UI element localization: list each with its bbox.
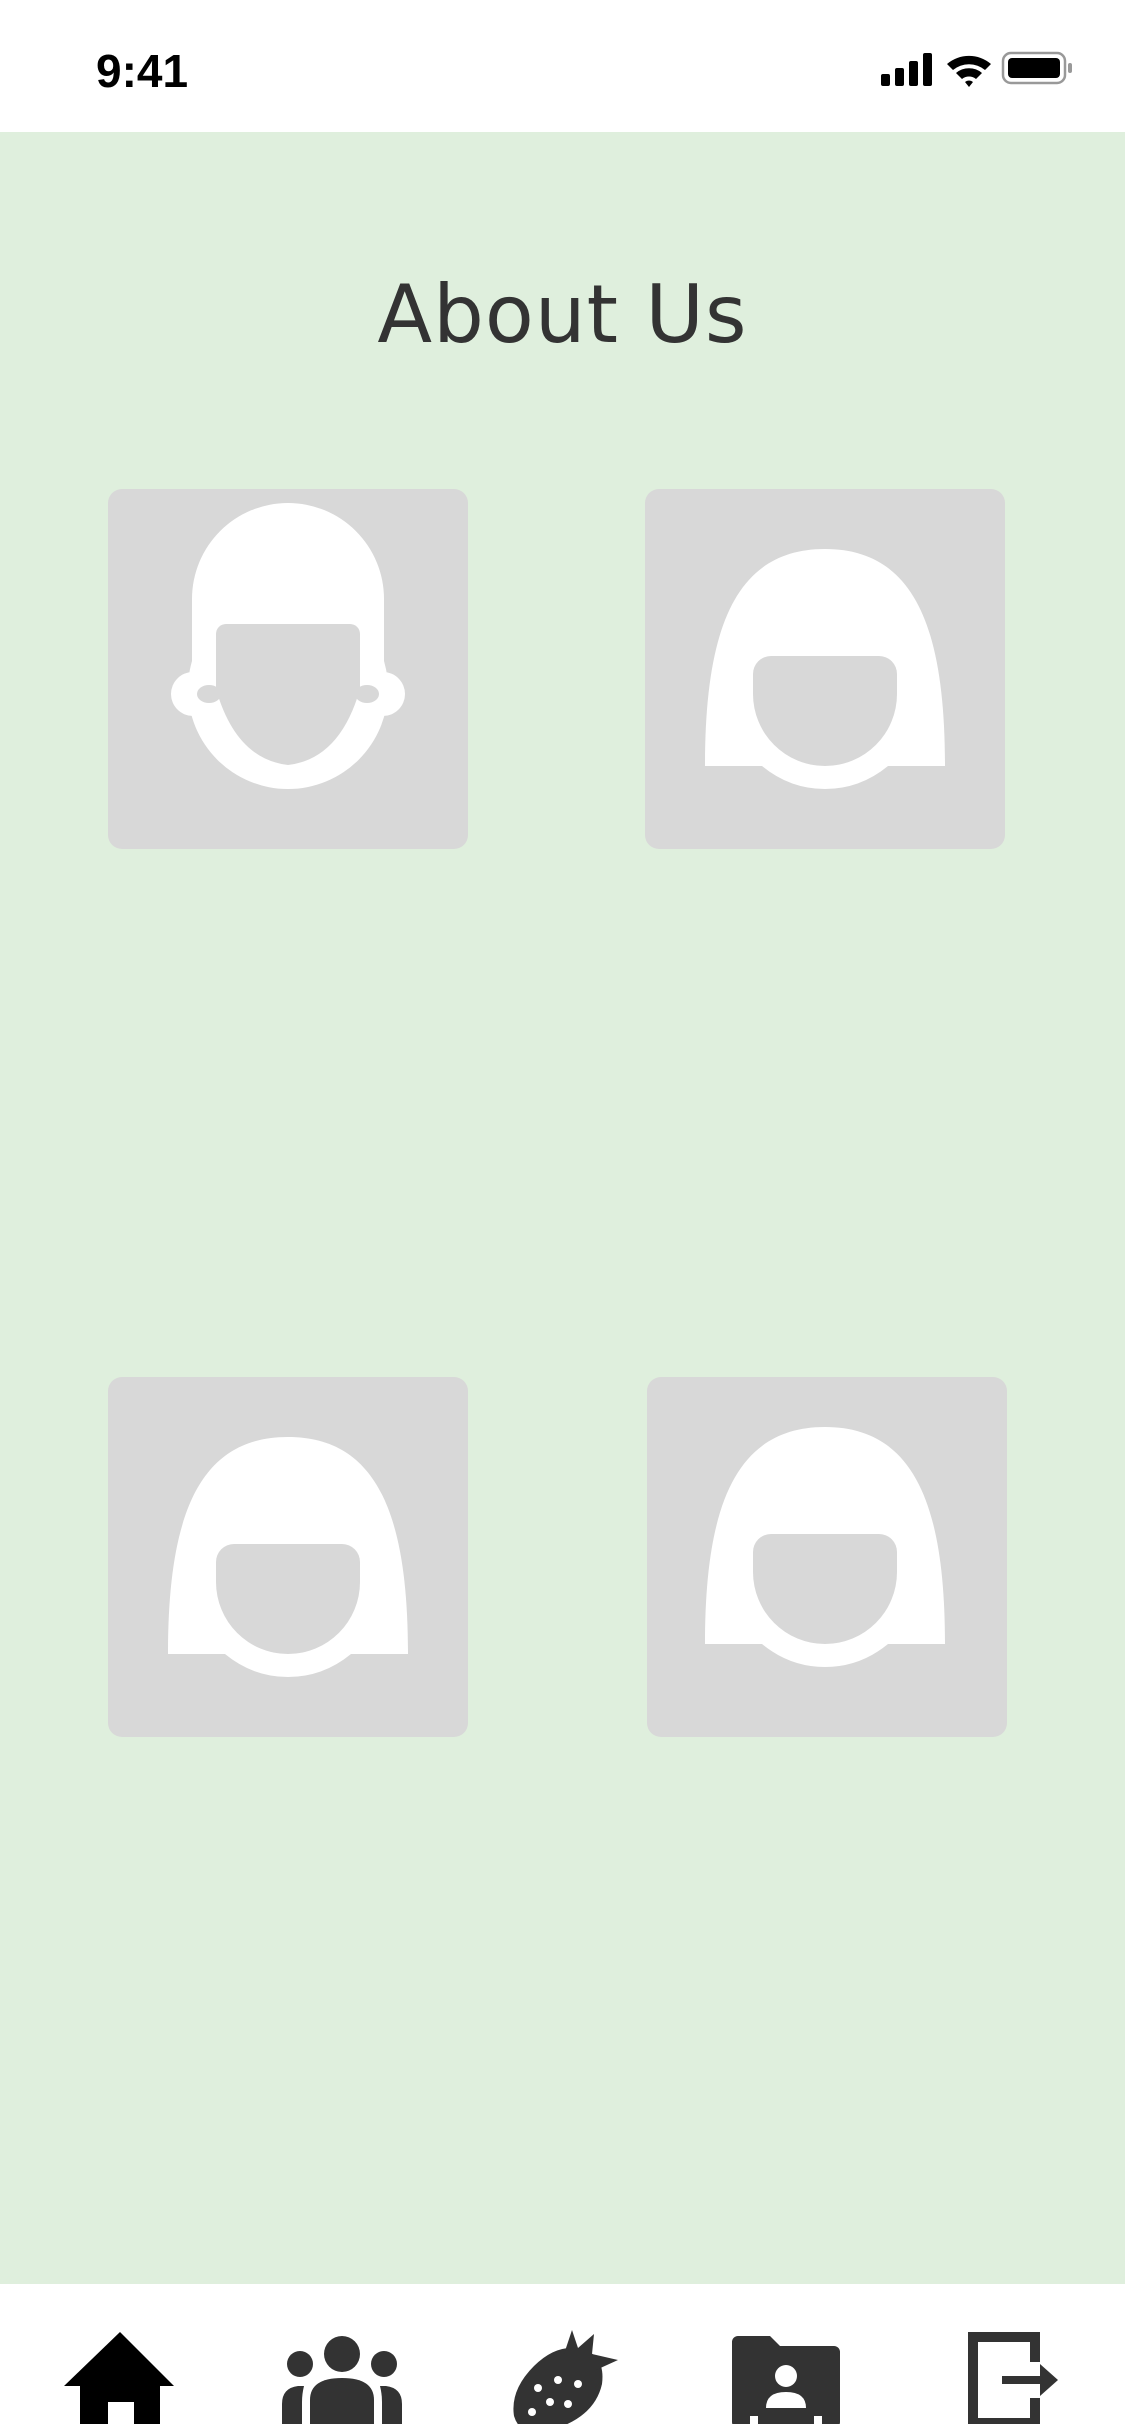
- tab-contact[interactable]: [716, 2304, 856, 2424]
- female-avatar-icon: [705, 1427, 945, 1667]
- status-time: 9:41: [96, 45, 189, 97]
- team-member-card[interactable]: [108, 1377, 468, 1737]
- status-bar: 9:41: [0, 0, 1125, 132]
- bottom-tab-bar: [0, 2284, 1125, 2436]
- page-title: About Us: [377, 268, 748, 361]
- wifi-icon: [947, 55, 991, 87]
- team-member-card[interactable]: [645, 489, 1005, 849]
- cellular-signal-icon: [881, 53, 932, 86]
- tab-products[interactable]: [494, 2304, 634, 2424]
- contact-folder-icon: [732, 2336, 840, 2424]
- tab-team[interactable]: [272, 2304, 412, 2424]
- female-avatar-icon: [168, 1437, 408, 1677]
- tab-logout[interactable]: [938, 2304, 1078, 2424]
- status-icons: [881, 51, 1072, 87]
- strawberry-icon: [513, 2330, 618, 2424]
- tab-home[interactable]: [50, 2304, 190, 2424]
- female-avatar-icon: [705, 549, 945, 789]
- male-avatar-icon: [171, 503, 405, 789]
- about-us-screen: 9:41 About Us: [0, 0, 1125, 2436]
- battery-icon: [1001, 51, 1072, 85]
- team-member-card[interactable]: [108, 489, 468, 849]
- group-icon: [282, 2336, 402, 2424]
- home-icon: [64, 2332, 174, 2424]
- logout-icon: [968, 2332, 1058, 2424]
- team-member-card[interactable]: [647, 1377, 1007, 1737]
